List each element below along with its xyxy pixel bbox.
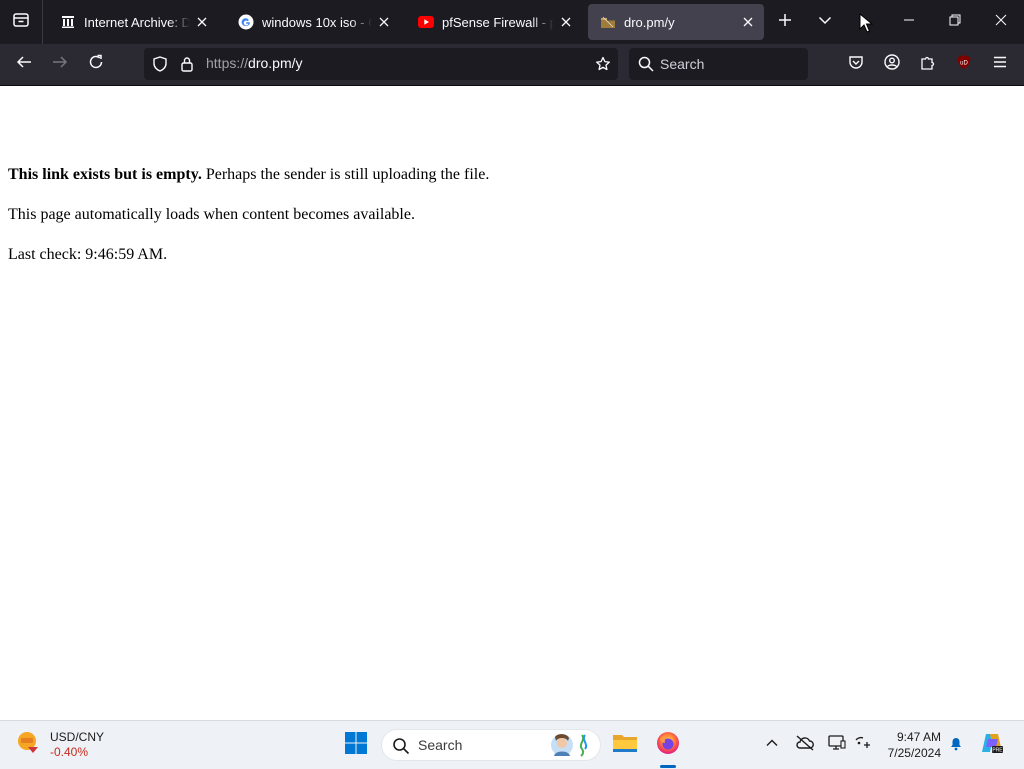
new-tab-button[interactable] [767, 4, 803, 40]
clock-time: 9:47 AM [896, 730, 941, 744]
account-icon [884, 53, 900, 75]
close-tab-icon[interactable] [376, 14, 392, 30]
search-bar[interactable]: Search [629, 48, 808, 80]
url-text[interactable]: https://dro.pm/y [206, 55, 303, 71]
url-scheme: https:// [206, 55, 249, 71]
firefox-view-icon [12, 11, 30, 34]
pocket-icon [848, 54, 864, 75]
plus-icon [778, 13, 792, 32]
arrow-right-icon [52, 54, 68, 75]
search-icon [392, 737, 410, 760]
network-icon [854, 735, 872, 756]
status-message: This link exists but is empty. Perhaps t… [8, 166, 489, 184]
close-tab-icon[interactable] [194, 14, 210, 30]
mouse-cursor-icon [859, 12, 874, 38]
reload-button[interactable] [80, 48, 112, 80]
back-button[interactable] [8, 48, 40, 80]
svg-text:PRE: PRE [992, 747, 1003, 753]
close-tab-icon[interactable] [558, 14, 574, 30]
ublock-origin-button[interactable]: uD [948, 48, 980, 80]
currency-pair: USD/CNY [50, 730, 105, 744]
minimize-icon [903, 13, 915, 31]
status-message-rest: Perhaps the sender is still uploading th… [201, 166, 490, 183]
clock[interactable]: 9:47 AM 7/25/2024 [888, 729, 941, 761]
tab-title: dro.pm/y [624, 14, 675, 30]
search-icon [638, 56, 654, 72]
puzzle-icon [920, 54, 936, 75]
list-all-tabs-button[interactable] [807, 4, 843, 40]
bookmark-star-icon[interactable] [595, 56, 611, 72]
taskbar-search-placeholder: Search [418, 737, 463, 753]
close-window-button[interactable] [978, 0, 1024, 44]
clock-date: 7/25/2024 [887, 746, 941, 760]
search-highlight-icon [546, 732, 592, 763]
svg-text:uD: uD [960, 60, 968, 66]
copilot-icon: PRE [980, 731, 1004, 760]
status-message-bold: This link exists but is empty. [8, 166, 202, 183]
show-hidden-icons-button[interactable] [760, 733, 784, 757]
search-placeholder: Search [660, 56, 705, 72]
ublock-origin-icon: uD [956, 54, 972, 75]
forward-button[interactable] [44, 48, 76, 80]
reload-icon [88, 54, 104, 75]
tab-title: pfSense Firewall - pfSense [442, 14, 554, 30]
app-menu-button[interactable] [984, 48, 1016, 80]
firefox-view-button[interactable] [0, 0, 43, 44]
display-tray-button[interactable] [825, 733, 849, 757]
currency-change: -0.40% [50, 745, 89, 759]
currency-widget[interactable]: USD/CNY -0.40% [14, 727, 104, 763]
windows-taskbar: USD/CNY -0.40% Search 9:47 AM 7/25/2024 … [0, 720, 1024, 769]
navigation-toolbar: https://dro.pm/y Search uD [0, 44, 1024, 86]
monitor-icon [828, 734, 846, 756]
network-volume-tray-button[interactable] [851, 733, 875, 757]
file-explorer-button[interactable] [607, 727, 643, 763]
firefox-taskbar-button[interactable] [650, 727, 686, 763]
url-bar[interactable]: https://dro.pm/y [144, 48, 618, 80]
arrow-left-icon [16, 54, 32, 75]
minimize-button[interactable] [886, 0, 932, 44]
tab-internet-archive[interactable]: Internet Archive: Digital Library of Fre… [48, 4, 218, 40]
close-icon [995, 13, 1007, 31]
youtube-icon [418, 14, 434, 30]
pocket-button[interactable] [840, 48, 872, 80]
tab-pfsense[interactable]: pfSense Firewall - pfSense [406, 4, 582, 40]
folder-icon [612, 732, 638, 759]
chevron-down-icon [818, 13, 832, 32]
copilot-button[interactable]: PRE [980, 733, 1004, 757]
internet-archive-icon [60, 14, 76, 30]
lock-icon[interactable] [179, 56, 195, 72]
currency-widget-icon [14, 729, 42, 762]
hamburger-menu-icon [992, 54, 1008, 75]
bell-icon [948, 735, 964, 756]
last-check-text: Last check: 9:46:59 AM. [8, 246, 168, 263]
tab-google-search[interactable]: windows 10x iso - Google Search [226, 4, 400, 40]
tab-dro-pm[interactable]: dro.pm/y [588, 4, 764, 40]
restore-icon [949, 13, 961, 31]
windows-logo-icon [344, 731, 368, 760]
start-button[interactable] [338, 727, 374, 763]
tab-title: windows 10x iso - Google Search [262, 14, 372, 30]
auto-load-note: This page automatically loads when conte… [8, 206, 415, 223]
account-button[interactable] [876, 48, 908, 80]
dropm-icon [600, 14, 616, 30]
chevron-up-icon [765, 736, 779, 755]
restore-button[interactable] [932, 0, 978, 44]
tab-title: Internet Archive: Digital Library of Fre… [84, 14, 190, 30]
cloud-offline-icon [795, 734, 815, 756]
close-tab-icon[interactable] [740, 14, 756, 30]
extensions-button[interactable] [912, 48, 944, 80]
google-icon [238, 14, 254, 30]
tracking-protection-shield-icon[interactable] [152, 56, 168, 72]
notifications-button[interactable] [944, 733, 968, 757]
firefox-icon [656, 731, 680, 760]
taskbar-search[interactable]: Search [381, 729, 601, 761]
page-content: This link exists but is empty. Perhaps t… [0, 86, 1024, 720]
onedrive-tray-button[interactable] [793, 733, 817, 757]
url-host-path: dro.pm/y [248, 55, 303, 71]
